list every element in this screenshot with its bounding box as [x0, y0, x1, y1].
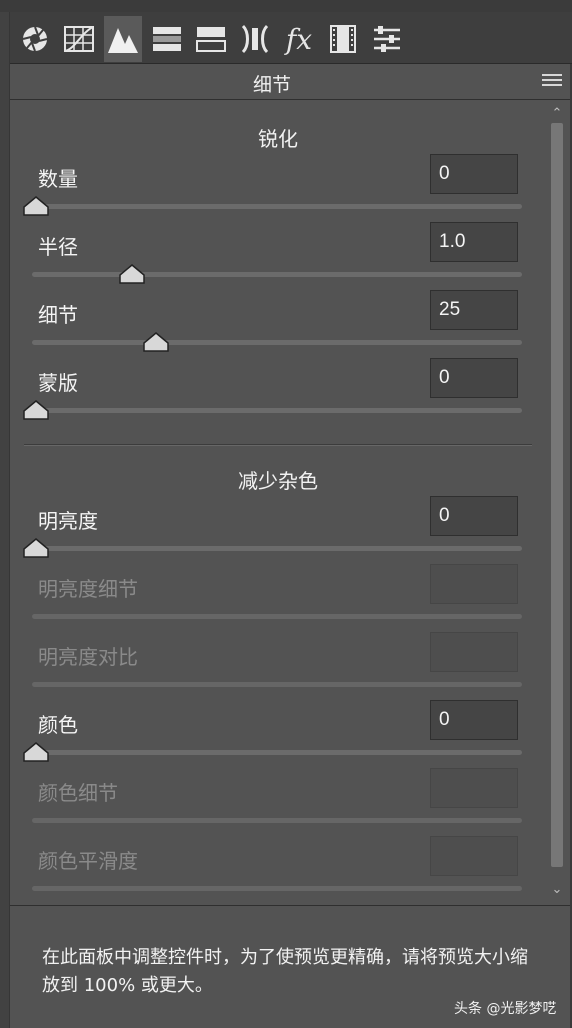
hsl-icon[interactable] [148, 16, 186, 62]
amount-slider-track[interactable] [32, 204, 522, 209]
panel-header: 细节 [10, 64, 570, 100]
radius-slider-track[interactable] [32, 272, 522, 277]
luminance-input[interactable]: 0 [430, 496, 518, 536]
luminance-detail-input [430, 564, 518, 604]
scroll-down-icon[interactable]: ⌄ [548, 881, 566, 899]
luminance-slider-track[interactable] [32, 546, 522, 551]
section-divider [24, 444, 532, 446]
luminance-detail-label: 明亮度细节 [38, 577, 138, 601]
left-edge [0, 12, 10, 1028]
luminance-contrast-slider-track [32, 682, 522, 687]
detail-input[interactable]: 25 [430, 290, 518, 330]
split-toning-icon[interactable] [192, 16, 230, 62]
sharpening-title: 锐化 [258, 127, 298, 151]
scrollbar-thumb[interactable] [551, 123, 563, 867]
panel-footer: 在此面板中调整控件时，为了使预览更精确，请将预览大小缩放到 100% 或更大。 … [10, 905, 570, 1028]
color-detail-slider-track [32, 818, 522, 823]
color-label: 颜色 [38, 713, 78, 737]
detail-icon[interactable] [104, 16, 142, 62]
amount-label: 数量 [38, 167, 78, 191]
top-strip [0, 0, 572, 12]
radius-slider-thumb[interactable] [119, 264, 145, 284]
watermark: 头条 @光影梦呓 [454, 1001, 557, 1017]
color-slider-track[interactable] [32, 750, 522, 755]
lens-corrections-icon[interactable] [236, 16, 274, 62]
noise-reduction-title: 减少杂色 [238, 469, 318, 493]
presets-icon[interactable] [368, 16, 406, 62]
masking-input[interactable]: 0 [430, 358, 518, 398]
detail-label: 细节 [38, 303, 78, 327]
luminance-contrast-label: 明亮度对比 [38, 645, 138, 669]
amount-input[interactable]: 0 [430, 154, 518, 194]
detail-slider-track[interactable] [32, 340, 522, 345]
color-smoothness-input [430, 836, 518, 876]
luminance-detail-slider-track [32, 614, 522, 619]
radius-input[interactable]: 1.0 [430, 222, 518, 262]
color-smoothness-slider-track [32, 886, 522, 891]
panel-tab-toolbar: fx [10, 12, 572, 64]
panel-title: 细节 [252, 74, 291, 96]
fx-icon[interactable]: fx [280, 16, 318, 62]
luminance-slider-thumb[interactable] [23, 538, 49, 558]
menu-lines-icon[interactable] [542, 74, 562, 90]
color-smoothness-label: 颜色平滑度 [38, 849, 138, 873]
tone-curve-icon[interactable] [60, 16, 98, 62]
detail-panel-body: 锐化 数量 0 半径 1.0 细节 25 蒙版 0 减少杂色 明亮度 0 明亮度… [10, 101, 570, 904]
fx-label: fx [285, 22, 313, 56]
amount-slider-thumb[interactable] [23, 196, 49, 216]
scroll-up-icon[interactable]: ⌃ [548, 105, 566, 123]
luminance-contrast-input [430, 632, 518, 672]
radius-label: 半径 [38, 235, 78, 259]
color-detail-input [430, 768, 518, 808]
color-slider-thumb[interactable] [23, 742, 49, 762]
color-detail-label: 颜色细节 [38, 781, 118, 805]
masking-label: 蒙版 [38, 371, 78, 395]
preview-hint-text: 在此面板中调整控件时，为了使预览更精确，请将预览大小缩放到 100% 或更大。 [42, 947, 528, 996]
masking-slider-thumb[interactable] [23, 400, 49, 420]
masking-slider-track[interactable] [32, 408, 522, 413]
calibration-icon[interactable] [324, 16, 362, 62]
luminance-label: 明亮度 [38, 509, 98, 533]
vertical-scrollbar[interactable]: ⌃ ⌄ [546, 101, 568, 904]
aperture-icon[interactable] [16, 16, 54, 62]
color-input[interactable]: 0 [430, 700, 518, 740]
detail-slider-thumb[interactable] [143, 332, 169, 352]
